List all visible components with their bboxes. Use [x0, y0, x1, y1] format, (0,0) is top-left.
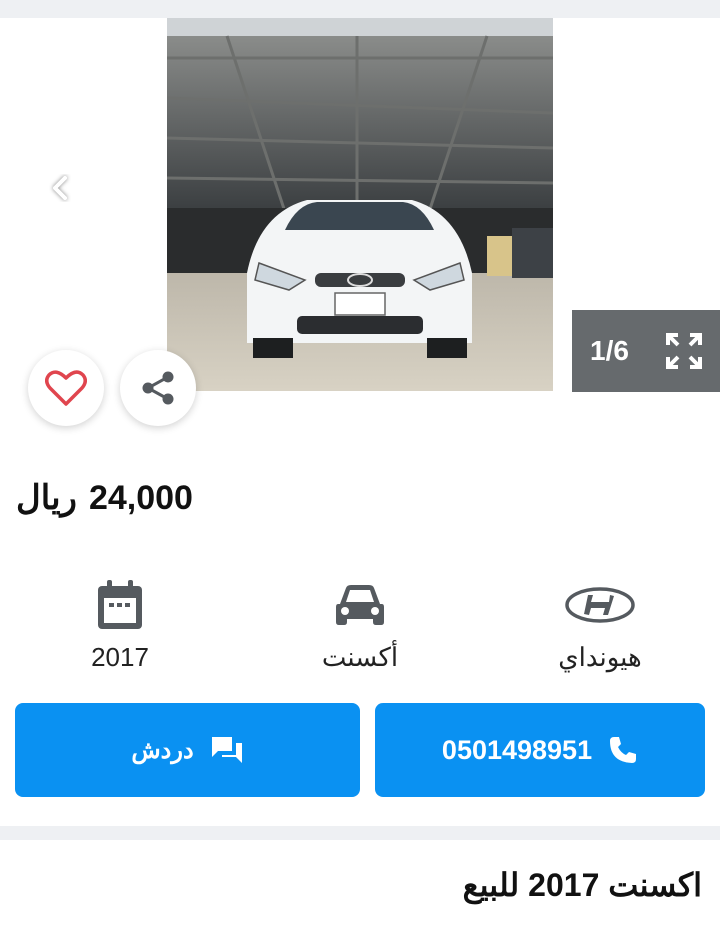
price-currency: ريال: [16, 479, 77, 517]
fullscreen-expand-icon[interactable]: [664, 331, 704, 371]
car-photo[interactable]: [167, 18, 553, 391]
call-button[interactable]: 0501498951: [375, 703, 705, 797]
price: 24,000 ريال: [16, 478, 193, 534]
favorite-button[interactable]: [28, 350, 104, 426]
spec-year-value: 2017: [91, 642, 149, 672]
photo-counter: 1/6: [590, 335, 629, 366]
car-photo-illustration: [167, 18, 553, 391]
spec-make: هيونداي: [520, 576, 680, 676]
call-button-label: 0501498951: [441, 734, 593, 765]
spec-year: 2017: [40, 576, 200, 676]
top-status-strip: [0, 0, 720, 18]
share-button[interactable]: [120, 350, 196, 426]
photo-gallery[interactable]: 1/6: [0, 18, 720, 426]
chevron-right-icon: [651, 176, 665, 200]
phone-icon: [610, 737, 637, 763]
next-photo-button[interactable]: [638, 168, 678, 208]
price-amount: 24,000: [88, 479, 193, 517]
section-divider: [0, 826, 720, 840]
chat-button-label: دردش: [131, 736, 194, 764]
car-icon: [336, 585, 384, 625]
calendar-icon: [98, 580, 142, 629]
share-icon: [142, 371, 174, 405]
heart-icon: [45, 370, 87, 406]
spec-model: أكسنت: [280, 576, 440, 676]
chat-button[interactable]: دردش: [15, 703, 360, 797]
listing-title: اكسنت 2017 للبيع: [462, 867, 702, 903]
chat-bubbles-icon: [211, 737, 242, 763]
previous-photo-button[interactable]: [40, 168, 80, 208]
photo-counter-box[interactable]: 1/6: [572, 310, 720, 392]
spec-model-value: أكسنت: [321, 642, 399, 672]
spec-make-value: هيونداي: [558, 642, 642, 672]
hyundai-logo-icon: [565, 587, 635, 623]
chevron-left-icon: [53, 176, 67, 200]
